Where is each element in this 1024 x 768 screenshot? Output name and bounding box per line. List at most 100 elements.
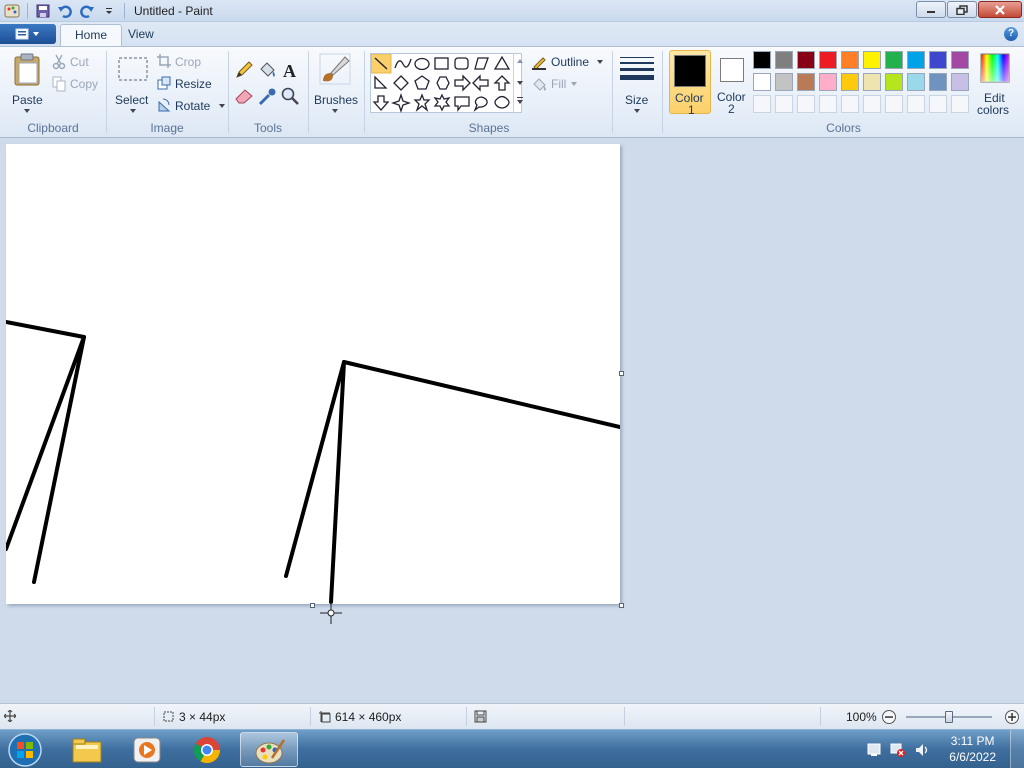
fill-button[interactable]: Fill: [531, 75, 607, 93]
image-group-label: Image: [150, 121, 184, 135]
zoom-slider-thumb[interactable]: [945, 711, 953, 723]
color-swatch[interactable]: [841, 73, 859, 91]
color-swatch[interactable]: [753, 51, 771, 69]
paste-button[interactable]: Paste: [6, 51, 48, 115]
color-swatch[interactable]: [863, 51, 881, 69]
color-swatch[interactable]: [907, 51, 925, 69]
color-swatch[interactable]: [907, 73, 925, 91]
workspace[interactable]: [0, 138, 1024, 703]
color-swatch[interactable]: [863, 95, 881, 113]
color-swatch[interactable]: [797, 51, 815, 69]
explorer-icon: [72, 738, 102, 763]
color-swatch[interactable]: [929, 95, 947, 113]
resize-handle-right[interactable]: [619, 371, 624, 376]
zoom-slider[interactable]: [906, 711, 992, 723]
color-swatch[interactable]: [951, 51, 969, 69]
copy-button[interactable]: Copy: [52, 75, 102, 93]
color1-button[interactable]: Color 1: [669, 50, 711, 117]
color-swatch[interactable]: [885, 95, 903, 113]
help-icon[interactable]: ?: [1004, 27, 1018, 41]
size-button[interactable]: Size: [616, 51, 658, 115]
cut-button[interactable]: Cut: [52, 53, 102, 71]
color-swatch[interactable]: [929, 51, 947, 69]
color-swatch[interactable]: [863, 73, 881, 91]
color-swatch[interactable]: [797, 95, 815, 113]
volume-icon[interactable]: [914, 742, 930, 758]
color-swatch[interactable]: [841, 95, 859, 113]
separator: [154, 707, 155, 726]
color-swatch[interactable]: [951, 95, 969, 113]
color-swatch[interactable]: [819, 73, 837, 91]
zoom-out-button[interactable]: [881, 709, 897, 725]
restore-button[interactable]: [947, 1, 977, 18]
outline-icon: [532, 57, 546, 70]
tab-view[interactable]: View: [114, 24, 168, 46]
shapes-scrollbar[interactable]: [513, 53, 525, 113]
chrome-icon: [193, 737, 221, 764]
resize-handle-bottom[interactable]: [310, 603, 315, 608]
color2-button[interactable]: Color 2: [712, 50, 754, 116]
taskbar-chrome[interactable]: [178, 732, 236, 767]
fill-label: Fill: [551, 77, 567, 91]
system-clock[interactable]: 3:11 PM 6/6/2022: [949, 733, 996, 765]
color-swatch[interactable]: [775, 95, 793, 113]
paint-app-icon[interactable]: [2, 2, 22, 20]
color-swatch[interactable]: [797, 73, 815, 91]
start-button[interactable]: [5, 732, 45, 768]
size-label: Size: [625, 93, 649, 107]
taskbar-explorer[interactable]: [58, 732, 116, 767]
pencil-tool[interactable]: [233, 59, 255, 81]
resize-handle-corner[interactable]: [619, 603, 624, 608]
color-swatch[interactable]: [907, 95, 925, 113]
close-button[interactable]: [978, 1, 1022, 18]
fill-tool[interactable]: [256, 59, 278, 81]
brushes-button[interactable]: Brushes: [312, 51, 358, 115]
select-label: Select: [115, 93, 149, 107]
rotate-button[interactable]: Rotate: [157, 97, 225, 115]
zoom-in-button[interactable]: [1004, 709, 1020, 725]
color-swatch[interactable]: [885, 73, 903, 91]
color-swatch[interactable]: [885, 51, 903, 69]
eraser-tool[interactable]: [233, 85, 255, 107]
app-menu-button[interactable]: [0, 24, 56, 44]
color-swatch[interactable]: [819, 95, 837, 113]
customize-toolbar-icon[interactable]: [99, 2, 119, 20]
taskbar-paint[interactable]: [240, 732, 298, 767]
text-icon: A: [283, 61, 296, 81]
drawing-canvas[interactable]: [4, 144, 622, 604]
color-picker-tool[interactable]: [256, 85, 278, 107]
network-icon[interactable]: [890, 742, 906, 758]
color-swatch[interactable]: [753, 73, 771, 91]
tab-home[interactable]: Home: [60, 24, 123, 46]
select-button[interactable]: Select: [113, 51, 153, 115]
color-swatch[interactable]: [775, 51, 793, 69]
color2-fill: [721, 59, 743, 81]
redo-icon[interactable]: [77, 2, 97, 20]
color-swatch[interactable]: [841, 51, 859, 69]
color-swatch[interactable]: [951, 73, 969, 91]
copy-label: Copy: [70, 77, 99, 91]
clock-date: 6/6/2022: [949, 750, 996, 764]
separator: [624, 707, 625, 726]
taskbar-media-player[interactable]: [118, 732, 176, 767]
text-tool[interactable]: A: [279, 59, 301, 81]
save-icon[interactable]: [33, 2, 53, 20]
crop-button[interactable]: Crop: [157, 53, 225, 71]
color-swatch[interactable]: [929, 73, 947, 91]
outline-button[interactable]: Outline: [531, 53, 607, 71]
color-swatch[interactable]: [775, 73, 793, 91]
chevron-down-icon: [634, 109, 640, 113]
resize-button[interactable]: Resize: [157, 75, 225, 93]
brush-icon: [319, 53, 351, 85]
edit-colors-button[interactable]: Edit colors: [976, 51, 1016, 117]
minimize-button[interactable]: [916, 1, 946, 18]
color-swatch[interactable]: [819, 51, 837, 69]
undo-icon[interactable]: [55, 2, 75, 20]
magnifier-tool[interactable]: [279, 85, 301, 107]
show-desktop-button[interactable]: [1010, 730, 1024, 768]
canvas-size-icon: [319, 711, 331, 723]
color-swatch[interactable]: [753, 95, 771, 113]
separator: [466, 707, 467, 726]
action-center-icon[interactable]: [866, 742, 882, 758]
shapes-gallery: [370, 53, 522, 114]
